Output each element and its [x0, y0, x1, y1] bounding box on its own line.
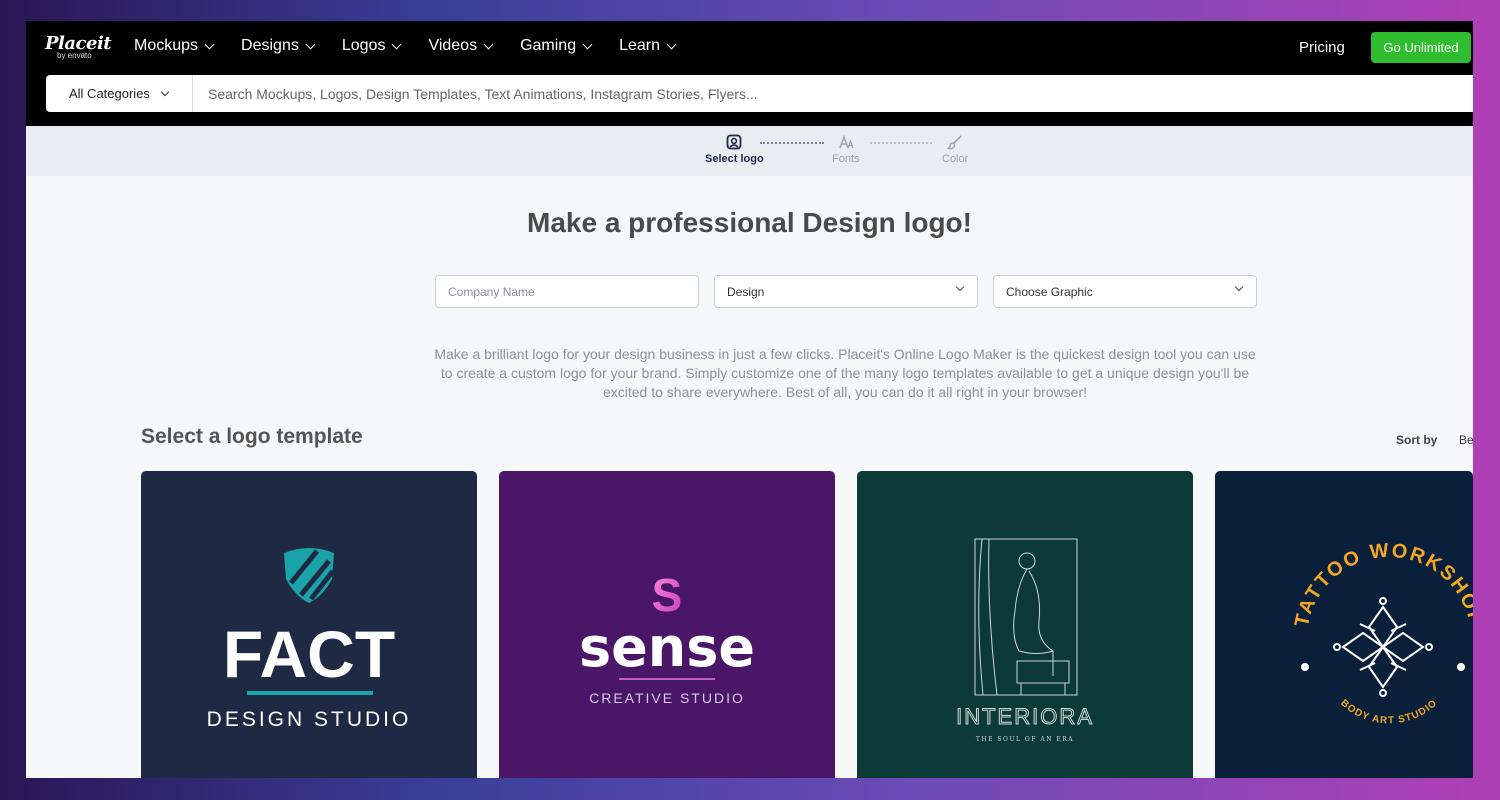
chevron-down-icon [1234, 282, 1244, 292]
brush-icon [947, 135, 962, 150]
placeit-logo[interactable]: Placeit by envato [45, 33, 112, 60]
sort-label: Sort by [1396, 433, 1438, 447]
font-icon [839, 134, 854, 149]
industry-select[interactable]: Design [714, 275, 978, 308]
browser-window: Placeit by envato Mockups Designs Logos … [26, 21, 1473, 778]
chevron-down-icon [483, 39, 494, 49]
category-select[interactable]: All Categories [46, 75, 193, 112]
s-monogram-icon: S [652, 569, 683, 621]
svg-text:INTERIORA: INTERIORA [956, 704, 1094, 729]
svg-text:sense: sense [579, 616, 755, 679]
company-name-input[interactable] [448, 284, 698, 299]
svg-text:THE SOUL OF AN ERA: THE SOUL OF AN ERA [976, 736, 1074, 743]
chevron-down-icon [391, 39, 402, 49]
top-navigation: Placeit by envato Mockups Designs Logos … [26, 21, 1473, 126]
search-input[interactable] [193, 75, 1473, 112]
progress-steps: Select logo Fonts Color [26, 126, 1473, 176]
page-title: Make a professional Design logo! [527, 207, 972, 238]
step-color[interactable]: Color [942, 134, 968, 165]
step-fonts[interactable]: Fonts [832, 134, 860, 165]
chevron-down-icon [955, 282, 965, 292]
logo-icon [726, 134, 742, 150]
nav-videos[interactable]: Videos [428, 37, 494, 55]
chevron-down-icon [204, 39, 215, 49]
chevron-down-icon [305, 39, 316, 49]
interiora-logo-preview: INTERIORA THE SOUL OF AN ERA [857, 471, 1193, 778]
chevron-down-icon [160, 87, 170, 96]
template-card-sense[interactable]: S sense CREATIVE STUDIO [499, 471, 835, 778]
main-nav: Mockups Designs Logos Videos Gaming Lear… [134, 37, 703, 55]
template-card-tattoo[interactable]: TATTOO WORKSHOP BODY ART STUDIO [1215, 471, 1473, 778]
step-select-logo[interactable]: Select logo [705, 134, 764, 165]
section-title: Select a logo template [141, 425, 363, 448]
pricing-link[interactable]: Pricing [1299, 39, 1345, 56]
sort-select[interactable]: Be [1459, 433, 1473, 447]
nav-gaming[interactable]: Gaming [520, 37, 593, 55]
step-connector [870, 142, 932, 144]
fact-logo-preview: FACT DESIGN STUDIO [141, 471, 477, 778]
search-bar: All Categories [46, 75, 1473, 112]
graphic-select[interactable]: Choose Graphic [993, 275, 1257, 308]
nav-mockups[interactable]: Mockups [134, 37, 215, 55]
chevron-down-icon [582, 39, 593, 49]
svg-text:FACT: FACT [223, 617, 395, 691]
description-text: Make a brilliant logo for your design bu… [434, 346, 1256, 400]
sense-logo-preview: S sense CREATIVE STUDIO [499, 471, 835, 778]
tattoo-logo-preview: TATTOO WORKSHOP BODY ART STUDIO [1215, 471, 1473, 778]
svg-text:DESIGN STUDIO: DESIGN STUDIO [207, 708, 412, 731]
company-name-field[interactable] [435, 275, 699, 308]
template-card-interiora[interactable]: INTERIORA THE SOUL OF AN ERA [857, 471, 1193, 778]
step-connector [760, 142, 824, 144]
nav-logos[interactable]: Logos [342, 37, 402, 55]
nav-designs[interactable]: Designs [241, 37, 316, 55]
svg-text:CREATIVE STUDIO: CREATIVE STUDIO [589, 690, 745, 706]
nav-learn[interactable]: Learn [619, 37, 677, 55]
chevron-down-icon [666, 39, 677, 49]
template-card-fact[interactable]: FACT DESIGN STUDIO [141, 471, 477, 778]
go-unlimited-button[interactable]: Go Unlimited [1371, 32, 1471, 63]
